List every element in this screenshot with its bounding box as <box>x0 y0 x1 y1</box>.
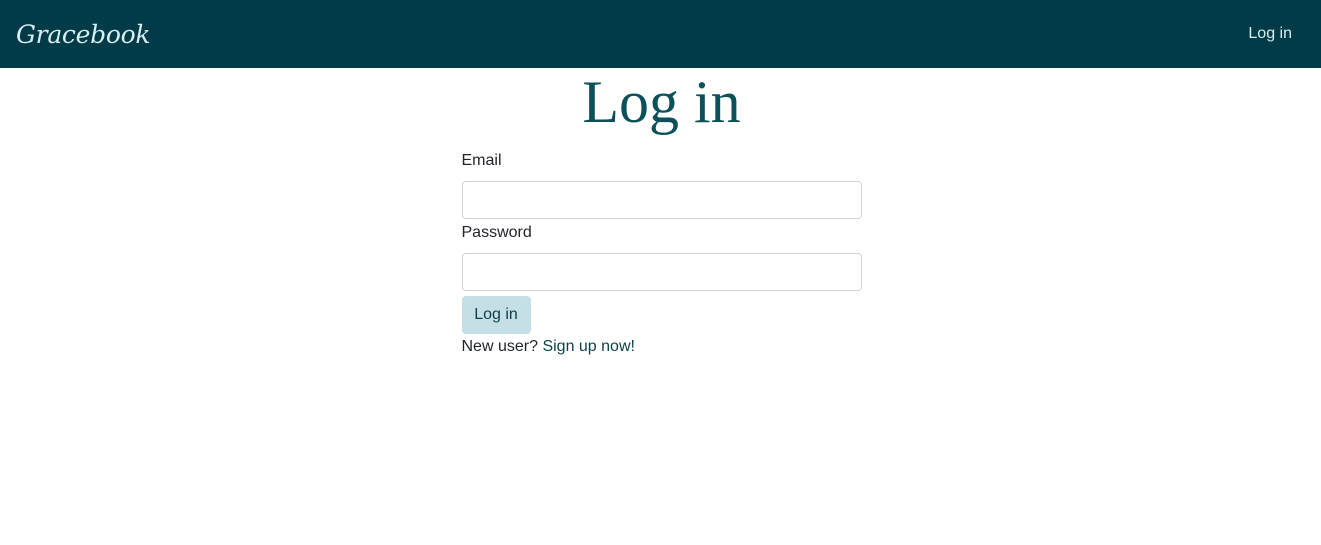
login-panel: Log in Email Password Log in New user? S… <box>461 68 862 356</box>
signup-line: New user? Sign up now! <box>462 338 862 356</box>
password-label: Password <box>461 224 532 241</box>
email-label: Email <box>461 152 502 169</box>
login-button[interactable]: Log in <box>461 296 531 334</box>
email-field[interactable] <box>461 181 862 219</box>
signup-prompt: New user? <box>461 338 538 355</box>
brand-logo[interactable]: Gracebook <box>16 20 150 49</box>
signup-link[interactable]: Sign up now! <box>542 338 635 355</box>
nav-login-link[interactable]: Log in <box>1248 25 1292 43</box>
navbar: Gracebook Log in <box>0 0 1321 68</box>
page-title: Log in <box>582 69 741 135</box>
password-field[interactable] <box>461 253 862 291</box>
